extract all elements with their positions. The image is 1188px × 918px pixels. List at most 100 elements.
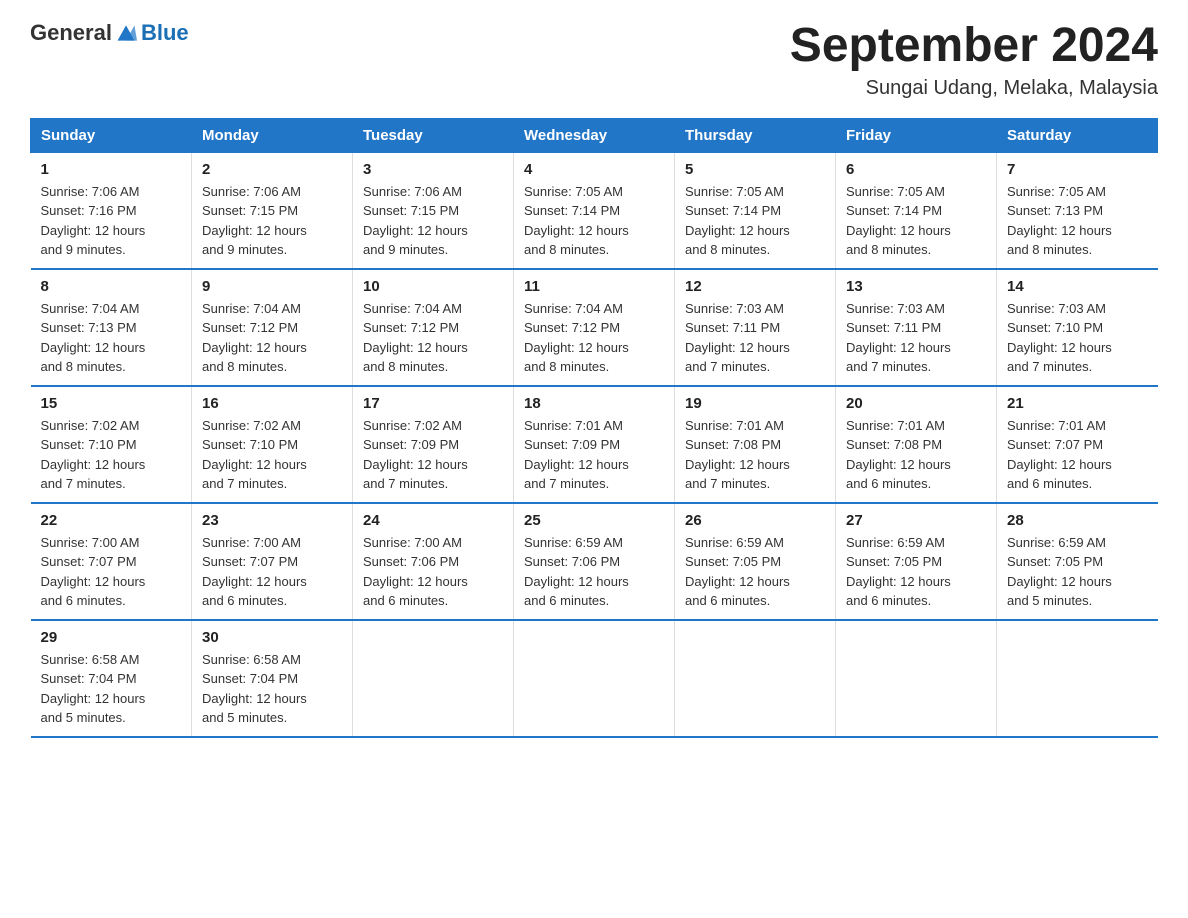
day-info: Sunrise: 6:59 AM Sunset: 7:05 PM Dayligh…: [846, 533, 986, 611]
day-info: Sunrise: 6:58 AM Sunset: 7:04 PM Dayligh…: [41, 650, 182, 728]
day-info: Sunrise: 7:06 AM Sunset: 7:15 PM Dayligh…: [363, 182, 503, 260]
day-number: 16: [202, 395, 342, 412]
calendar-cell: 2 Sunrise: 7:06 AM Sunset: 7:15 PM Daylig…: [192, 152, 353, 269]
calendar-cell: 11 Sunrise: 7:04 AM Sunset: 7:12 PM Dayli…: [514, 269, 675, 386]
calendar-week-1: 1 Sunrise: 7:06 AM Sunset: 7:16 PM Daylig…: [31, 152, 1158, 269]
calendar-cell: 9Sunrise: 7:04 AM Sunset: 7:12 PM Daylig…: [192, 269, 353, 386]
day-number: 10: [363, 278, 503, 295]
day-number: 20: [846, 395, 986, 412]
day-info: Sunrise: 7:01 AM Sunset: 7:07 PM Dayligh…: [1007, 416, 1148, 494]
day-info: Sunrise: 7:05 AM Sunset: 7:13 PM Dayligh…: [1007, 182, 1148, 260]
day-info: Sunrise: 7:03 AM Sunset: 7:11 PM Dayligh…: [685, 299, 825, 377]
header: General Blue September 2024 Sungai Udang…: [30, 20, 1158, 100]
calendar-cell: 15 Sunrise: 7:02 AM Sunset: 7:10 PM Dayli…: [31, 386, 192, 503]
day-number: 28: [1007, 512, 1148, 529]
col-monday: Monday: [192, 118, 353, 152]
day-number: 26: [685, 512, 825, 529]
day-number: 2: [202, 161, 342, 178]
calendar-week-2: 8 Sunrise: 7:04 AM Sunset: 7:13 PM Daylig…: [31, 269, 1158, 386]
col-friday: Friday: [836, 118, 997, 152]
day-info: Sunrise: 7:06 AM Sunset: 7:16 PM Dayligh…: [41, 182, 182, 260]
calendar-cell: [675, 620, 836, 737]
day-info: Sunrise: 7:04 AM Sunset: 7:12 PM Dayligh…: [524, 299, 664, 377]
column-headers: Sunday Monday Tuesday Wednesday Thursday…: [31, 118, 1158, 152]
day-number: 23: [202, 512, 342, 529]
col-saturday: Saturday: [997, 118, 1158, 152]
day-number: 12: [685, 278, 825, 295]
calendar-cell: 3 Sunrise: 7:06 AM Sunset: 7:15 PM Daylig…: [353, 152, 514, 269]
calendar-cell: 5 Sunrise: 7:05 AM Sunset: 7:14 PM Daylig…: [675, 152, 836, 269]
col-wednesday: Wednesday: [514, 118, 675, 152]
calendar-cell: 16 Sunrise: 7:02 AM Sunset: 7:10 PM Dayli…: [192, 386, 353, 503]
calendar-week-4: 22 Sunrise: 7:00 AM Sunset: 7:07 PM Dayli…: [31, 503, 1158, 620]
calendar-cell: 8 Sunrise: 7:04 AM Sunset: 7:13 PM Daylig…: [31, 269, 192, 386]
day-info: Sunrise: 7:05 AM Sunset: 7:14 PM Dayligh…: [524, 182, 664, 260]
day-info: Sunrise: 7:05 AM Sunset: 7:14 PM Dayligh…: [685, 182, 825, 260]
day-number: 13: [846, 278, 986, 295]
day-info: Sunrise: 7:01 AM Sunset: 7:08 PM Dayligh…: [685, 416, 825, 494]
day-number: 11: [524, 278, 664, 295]
calendar-cell: [353, 620, 514, 737]
calendar-week-3: 15 Sunrise: 7:02 AM Sunset: 7:10 PM Dayli…: [31, 386, 1158, 503]
logo-icon: [115, 22, 137, 44]
logo-text-blue: Blue: [141, 20, 189, 46]
calendar-cell: 10 Sunrise: 7:04 AM Sunset: 7:12 PM Dayli…: [353, 269, 514, 386]
calendar-cell: 24Sunrise: 7:00 AM Sunset: 7:06 PM Dayli…: [353, 503, 514, 620]
day-info: Sunrise: 7:02 AM Sunset: 7:10 PM Dayligh…: [41, 416, 182, 494]
day-number: 30: [202, 629, 342, 646]
calendar-cell: 29Sunrise: 6:58 AM Sunset: 7:04 PM Dayli…: [31, 620, 192, 737]
day-info: Sunrise: 7:01 AM Sunset: 7:09 PM Dayligh…: [524, 416, 664, 494]
day-number: 19: [685, 395, 825, 412]
day-number: 6: [846, 161, 986, 178]
day-number: 9: [202, 278, 342, 295]
calendar-cell: 6 Sunrise: 7:05 AM Sunset: 7:14 PM Daylig…: [836, 152, 997, 269]
day-info: Sunrise: 7:03 AM Sunset: 7:11 PM Dayligh…: [846, 299, 986, 377]
calendar-cell: 28 Sunrise: 6:59 AM Sunset: 7:05 PM Dayli…: [997, 503, 1158, 620]
calendar-cell: 17 Sunrise: 7:02 AM Sunset: 7:09 PM Dayli…: [353, 386, 514, 503]
day-number: 21: [1007, 395, 1148, 412]
day-number: 8: [41, 278, 182, 295]
day-number: 15: [41, 395, 182, 412]
col-tuesday: Tuesday: [353, 118, 514, 152]
day-info: Sunrise: 7:00 AM Sunset: 7:07 PM Dayligh…: [202, 533, 342, 611]
calendar-cell: 1 Sunrise: 7:06 AM Sunset: 7:16 PM Daylig…: [31, 152, 192, 269]
calendar-cell: 27 Sunrise: 6:59 AM Sunset: 7:05 PM Dayli…: [836, 503, 997, 620]
calendar-cell: [997, 620, 1158, 737]
day-info: Sunrise: 6:59 AM Sunset: 7:06 PM Dayligh…: [524, 533, 664, 611]
calendar-subtitle: Sungai Udang, Melaka, Malaysia: [790, 77, 1158, 100]
calendar-cell: 22 Sunrise: 7:00 AM Sunset: 7:07 PM Dayli…: [31, 503, 192, 620]
day-info: Sunrise: 7:00 AM Sunset: 7:06 PM Dayligh…: [363, 533, 503, 611]
day-info: Sunrise: 7:04 AM Sunset: 7:13 PM Dayligh…: [41, 299, 182, 377]
calendar-cell: 19 Sunrise: 7:01 AM Sunset: 7:08 PM Dayli…: [675, 386, 836, 503]
day-number: 17: [363, 395, 503, 412]
day-number: 3: [363, 161, 503, 178]
calendar-cell: 18Sunrise: 7:01 AM Sunset: 7:09 PM Dayli…: [514, 386, 675, 503]
day-info: Sunrise: 7:00 AM Sunset: 7:07 PM Dayligh…: [41, 533, 182, 611]
day-info: Sunrise: 7:05 AM Sunset: 7:14 PM Dayligh…: [846, 182, 986, 260]
day-info: Sunrise: 7:02 AM Sunset: 7:09 PM Dayligh…: [363, 416, 503, 494]
calendar-cell: 21 Sunrise: 7:01 AM Sunset: 7:07 PM Dayli…: [997, 386, 1158, 503]
day-number: 5: [685, 161, 825, 178]
calendar-cell: 25Sunrise: 6:59 AM Sunset: 7:06 PM Dayli…: [514, 503, 675, 620]
calendar-cell: 12 Sunrise: 7:03 AM Sunset: 7:11 PM Dayli…: [675, 269, 836, 386]
day-info: Sunrise: 6:58 AM Sunset: 7:04 PM Dayligh…: [202, 650, 342, 728]
logo: General Blue: [30, 20, 189, 46]
day-info: Sunrise: 6:59 AM Sunset: 7:05 PM Dayligh…: [1007, 533, 1148, 611]
calendar-cell: 30 Sunrise: 6:58 AM Sunset: 7:04 PM Dayli…: [192, 620, 353, 737]
day-info: Sunrise: 7:02 AM Sunset: 7:10 PM Dayligh…: [202, 416, 342, 494]
calendar-week-5: 29Sunrise: 6:58 AM Sunset: 7:04 PM Dayli…: [31, 620, 1158, 737]
day-number: 4: [524, 161, 664, 178]
day-number: 22: [41, 512, 182, 529]
day-number: 27: [846, 512, 986, 529]
day-info: Sunrise: 7:06 AM Sunset: 7:15 PM Dayligh…: [202, 182, 342, 260]
day-number: 7: [1007, 161, 1148, 178]
calendar-title: September 2024: [790, 20, 1158, 73]
title-area: September 2024 Sungai Udang, Melaka, Mal…: [790, 20, 1158, 100]
calendar-cell: 20 Sunrise: 7:01 AM Sunset: 7:08 PM Dayli…: [836, 386, 997, 503]
day-number: 1: [41, 161, 182, 178]
calendar-cell: 7 Sunrise: 7:05 AM Sunset: 7:13 PM Daylig…: [997, 152, 1158, 269]
day-info: Sunrise: 7:03 AM Sunset: 7:10 PM Dayligh…: [1007, 299, 1148, 377]
day-info: Sunrise: 7:04 AM Sunset: 7:12 PM Dayligh…: [363, 299, 503, 377]
calendar-cell: [514, 620, 675, 737]
day-info: Sunrise: 7:01 AM Sunset: 7:08 PM Dayligh…: [846, 416, 986, 494]
